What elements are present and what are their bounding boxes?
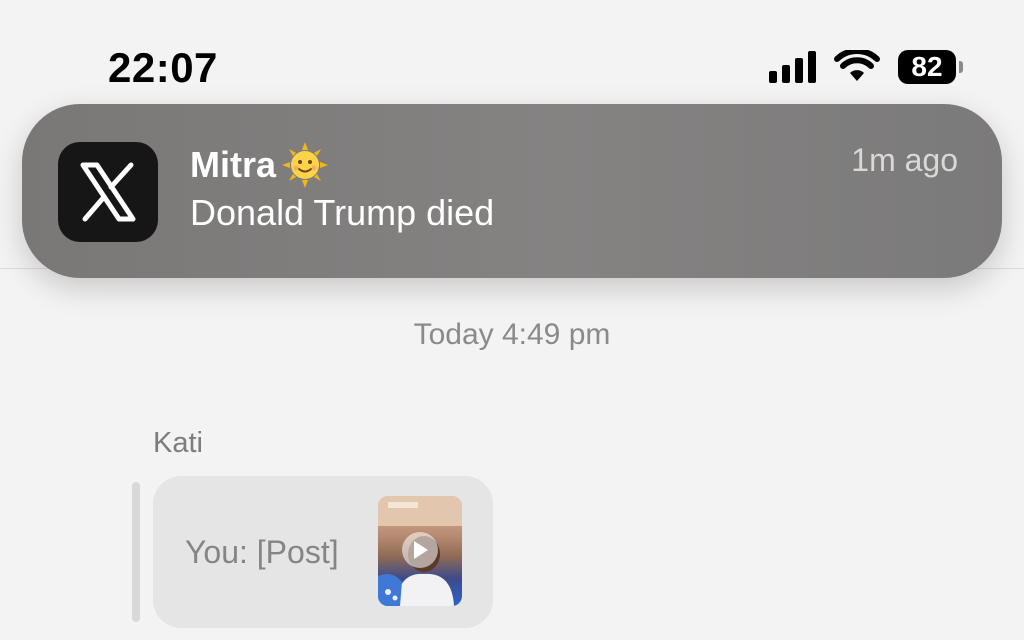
play-icon[interactable] [402, 532, 438, 568]
notification-sender: Mitra [190, 142, 329, 188]
wifi-icon [834, 50, 880, 81]
battery-level: 82 [911, 51, 943, 82]
battery-tip [959, 61, 963, 73]
notification-banner[interactable]: Mitra Donald Trump died 1m ago [22, 104, 1002, 278]
notification-time: 1m ago [851, 142, 958, 178]
sun-with-face-icon [282, 142, 329, 188]
sender-name: Mitra [190, 144, 277, 185]
battery-icon: 82 [898, 50, 963, 84]
status-time: 22:07 [108, 44, 218, 91]
signal-icon [769, 51, 816, 83]
bubble-text: You: [Post] [185, 534, 339, 570]
status-icons: 82 [769, 50, 963, 84]
x-logo-icon [58, 142, 158, 242]
message-sender-name: Kati [153, 427, 203, 459]
post-thumbnail[interactable] [378, 496, 462, 606]
message-bubble[interactable]: You: [Post] [153, 476, 493, 628]
screen: 22:07 82 Mitra Donald Trump died 1m ago … [0, 0, 1024, 640]
notification-message: Donald Trump died [190, 192, 495, 233]
chat-timestamp: Today 4:49 pm [413, 318, 611, 351]
reply-indicator-bar [132, 482, 140, 622]
